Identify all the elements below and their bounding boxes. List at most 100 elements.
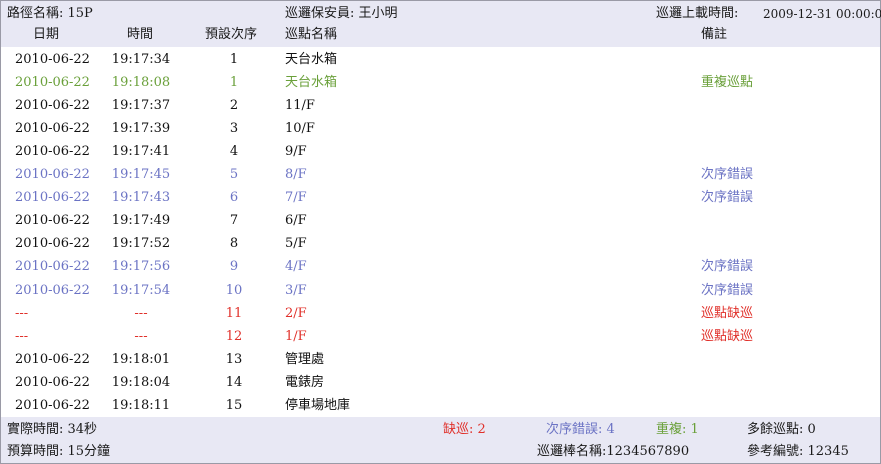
row-seq: 1 [229, 75, 239, 90]
table-row: 2010-06-22 19:17:52 8 5/F [1, 232, 880, 255]
row-date: 2010-06-22 [15, 375, 90, 390]
table-row: 2010-06-22 19:17:45 5 8/F 次序錯誤 [1, 163, 880, 186]
row-seq: 11 [225, 306, 243, 321]
row-checkpoint-name: 5/F [285, 236, 307, 251]
row-checkpoint-name: 8/F [285, 167, 307, 182]
row-time: 19:18:08 [111, 75, 171, 90]
row-checkpoint-name: 天台水箱 [285, 52, 338, 67]
repeat-count: 重複: 1 [656, 422, 699, 437]
row-note: 次序錯誤 [701, 167, 754, 182]
row-seq: 10 [225, 283, 243, 298]
row-date: 2010-06-22 [15, 398, 90, 413]
row-checkpoint-name: 11/F [285, 98, 315, 113]
row-date: 2010-06-22 [15, 167, 90, 182]
row-checkpoint-name: 9/F [285, 144, 307, 159]
column-header-date: 日期 [33, 27, 60, 42]
row-time: 19:17:45 [111, 167, 171, 182]
row-checkpoint-name: 10/F [285, 121, 315, 136]
row-time: --- [134, 329, 148, 344]
row-date: 2010-06-22 [15, 75, 90, 90]
row-checkpoint-name: 1/F [285, 329, 307, 344]
row-time: 19:17:52 [111, 236, 171, 251]
row-time: 19:18:04 [111, 375, 171, 390]
order-error-count: 次序錯誤: 4 [546, 422, 615, 437]
route-name: 路徑名稱: 15P [7, 6, 93, 21]
row-checkpoint-name: 6/F [285, 213, 307, 228]
table-row: 2010-06-22 19:17:34 1 天台水箱 [1, 48, 880, 71]
report-footer: 實際時間: 34秒 預算時間: 15分鐘 缺巡: 2 次序錯誤: 4 重複: 1… [1, 417, 880, 463]
row-note: 巡點缺巡 [701, 329, 754, 344]
row-time: 19:17:34 [111, 52, 171, 67]
row-checkpoint-name: 電錶房 [285, 375, 325, 390]
row-seq: 4 [229, 144, 239, 159]
row-seq: 3 [229, 121, 239, 136]
row-time: 19:17:49 [111, 213, 171, 228]
row-note: 重複巡點 [701, 75, 754, 90]
table-row: 2010-06-22 19:18:01 13 管理處 [1, 348, 880, 371]
row-time: 19:17:54 [111, 283, 171, 298]
table-row: 2010-06-22 19:17:39 3 10/F [1, 117, 880, 140]
row-time: 19:17:39 [111, 121, 171, 136]
row-note: 巡點缺巡 [701, 306, 754, 321]
row-date: 2010-06-22 [15, 121, 90, 136]
row-checkpoint-name: 停車場地庫 [285, 398, 351, 413]
patrol-report: 路徑名稱: 15P 巡邏保安員: 王小明 巡邏上載時間: 2009-12-31 … [0, 0, 881, 464]
table-row: 2010-06-22 19:18:08 1 天台水箱 重複巡點 [1, 71, 880, 94]
table-row: 2010-06-22 19:17:49 7 6/F [1, 209, 880, 232]
row-seq: 2 [229, 98, 239, 113]
table-row: 2010-06-22 19:17:37 2 11/F [1, 94, 880, 117]
row-time: 19:17:37 [111, 98, 171, 113]
row-note: 次序錯誤 [701, 190, 754, 205]
row-seq: 14 [225, 375, 243, 390]
table-row: 2010-06-22 19:17:41 4 9/F [1, 140, 880, 163]
column-header-name: 巡點名稱 [285, 27, 338, 42]
row-note: 次序錯誤 [701, 283, 754, 298]
row-checkpoint-name: 7/F [285, 190, 307, 205]
row-date: 2010-06-22 [15, 98, 90, 113]
row-checkpoint-name: 管理處 [285, 352, 325, 367]
patrol-stick-name: 巡邏棒名稱:1234567890 [537, 444, 690, 459]
row-seq: 7 [229, 213, 239, 228]
extra-checkpoint-count: 多餘巡點: 0 [747, 422, 816, 437]
column-header-seq: 預設次序 [205, 27, 258, 42]
row-time: 19:17:41 [111, 144, 171, 159]
row-checkpoint-name: 2/F [285, 306, 307, 321]
reference-number: 參考編號: 12345 [747, 444, 849, 459]
row-checkpoint-name: 天台水箱 [285, 75, 338, 90]
row-checkpoint-name: 3/F [285, 283, 307, 298]
missing-count: 缺巡: 2 [443, 422, 486, 437]
row-date: 2010-06-22 [15, 283, 90, 298]
row-time: 19:18:11 [111, 398, 171, 413]
row-note: 次序錯誤 [701, 259, 754, 274]
row-seq: 15 [225, 398, 243, 413]
row-date: 2010-06-22 [15, 259, 90, 274]
row-seq: 12 [225, 329, 243, 344]
row-date: --- [15, 306, 29, 321]
table-row: --- --- 11 2/F 巡點缺巡 [1, 302, 880, 325]
row-date: 2010-06-22 [15, 52, 90, 67]
row-time: 19:17:56 [111, 259, 171, 274]
row-seq: 8 [229, 236, 239, 251]
row-seq: 1 [229, 52, 239, 67]
budget-time: 預算時間: 15分鐘 [7, 444, 111, 459]
row-time: --- [134, 306, 148, 321]
row-date: 2010-06-22 [15, 144, 90, 159]
row-date: 2010-06-22 [15, 213, 90, 228]
row-seq: 9 [229, 259, 239, 274]
actual-time: 實際時間: 34秒 [7, 422, 98, 437]
row-seq: 6 [229, 190, 239, 205]
guard-name: 巡邏保安員: 王小明 [285, 6, 398, 21]
table-row: 2010-06-22 19:17:54 10 3/F 次序錯誤 [1, 279, 880, 302]
table-row: 2010-06-22 19:17:43 6 7/F 次序錯誤 [1, 186, 880, 209]
upload-time-value: 2009-12-31 00:00:01 [763, 7, 881, 21]
row-seq: 5 [229, 167, 239, 182]
row-date: 2010-06-22 [15, 190, 90, 205]
row-time: 19:17:43 [111, 190, 171, 205]
table-row: 2010-06-22 19:18:04 14 電錶房 [1, 371, 880, 394]
row-date: 2010-06-22 [15, 352, 90, 367]
upload-time-label: 巡邏上載時間: [656, 6, 739, 21]
row-seq: 13 [225, 352, 243, 367]
table-row: 2010-06-22 19:17:56 9 4/F 次序錯誤 [1, 255, 880, 278]
row-time: 19:18:01 [111, 352, 171, 367]
column-header-time: 時間 [127, 27, 154, 42]
